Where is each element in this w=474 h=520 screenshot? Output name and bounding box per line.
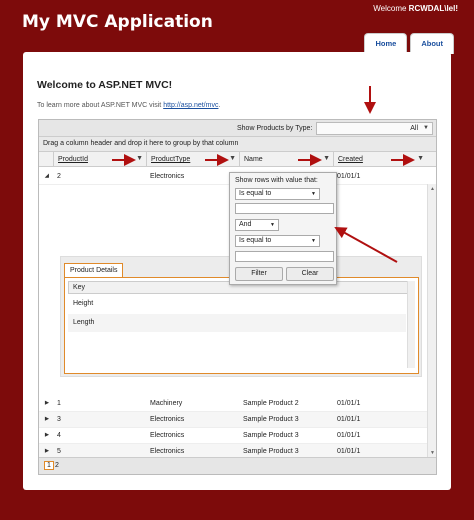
annotation-arrows — [112, 86, 415, 263]
annotation-arrow — [334, 227, 398, 263]
